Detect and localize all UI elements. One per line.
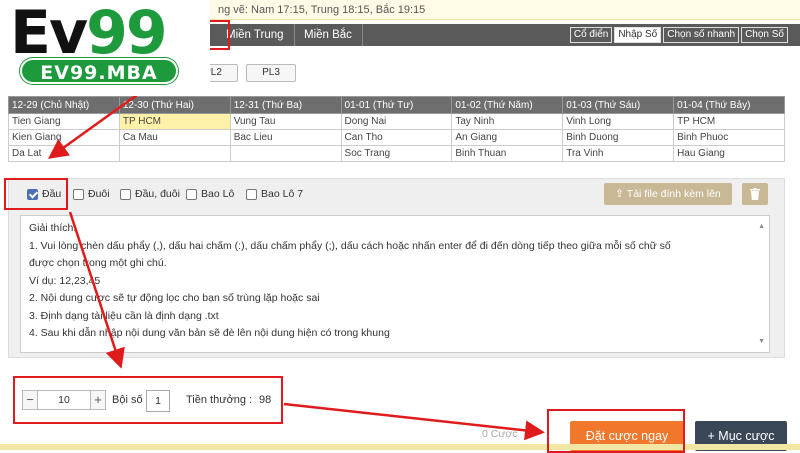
number-input-textarea[interactable]: Giải thích: 1. Vui lòng chèn dấu phẩy (,… (20, 215, 770, 353)
checkbox-icon[interactable] (186, 188, 197, 200)
draw-time-text: ng vẽ: Nam 17:15, Trung 18:15, Bắc 19:15 (218, 4, 426, 16)
province-cell[interactable]: Da Lat (8, 145, 120, 162)
province-cell[interactable]: Tien Giang (8, 113, 120, 130)
checkbox-bao-lo[interactable]: Bao Lô (186, 188, 234, 200)
checkbox-label: Đuôi (88, 188, 110, 200)
table-row: Kien Giang Ca Mau Bac Lieu Can Tho An Gi… (8, 129, 785, 146)
tab-mien-bac[interactable]: Miền Bắc (294, 24, 363, 46)
bet-mode-group: Cổ điển Nhập Số Chọn số nhanh Chọn Số (569, 27, 788, 43)
mode-nhap-so-button[interactable]: Nhập Số (614, 27, 662, 43)
table-row: Tien Giang TP HCM Vung Tau Dong Nai Tay … (8, 113, 785, 130)
checkbox-icon[interactable] (73, 188, 84, 200)
checkbox-duoi[interactable]: Đuôi (73, 188, 110, 200)
checkbox-label: Đầu (42, 188, 62, 200)
scroll-down-icon[interactable]: ▼ (758, 333, 765, 351)
bet-options-panel: Đầu Đuôi Đầu, đuôi Bao Lô Bao Lô 7 ⇪ Tải… (8, 178, 785, 358)
checkbox-dau[interactable]: Đầu (27, 188, 61, 200)
multiplier-label: Bội số (112, 394, 143, 406)
province-cell[interactable]: Hau Giang (673, 145, 785, 162)
instruction-line: 1. Vui lòng chèn dấu phẩy (,), dấu hai c… (29, 239, 671, 252)
logo-domain-badge: EV99.MBA (20, 58, 178, 84)
reward-label: Tiền thưởng : (186, 394, 253, 406)
instruction-line: 3. Định dạng tài liệu cần là định dạng .… (29, 309, 219, 322)
schedule-header: 12-29 (Chủ Nhật) (8, 96, 120, 114)
checkbox-label: Bao Lô 7 (261, 188, 304, 200)
province-cell[interactable]: Binh Duong (562, 129, 675, 146)
province-schedule-table: 12-29 (Chủ Nhật) 12-30 (Thứ Hai) 12-31 (… (8, 96, 785, 162)
bottom-strip (0, 444, 800, 450)
schedule-header: 01-02 (Thứ Năm) (451, 96, 564, 114)
logo-wordmark: Ev99 (10, 0, 168, 68)
bet-count-text: 0 Cược (482, 428, 518, 440)
upload-file-button[interactable]: ⇪ Tải file đính kèm lên (604, 183, 732, 205)
minus-icon[interactable]: − (22, 390, 38, 410)
schedule-header: 01-04 (Thứ Bảy) (673, 96, 785, 114)
mode-chon-so-button[interactable]: Chọn Số (741, 27, 788, 43)
province-cell[interactable]: Tay Ninh (451, 113, 564, 130)
province-cell (118, 145, 231, 162)
pl3-button[interactable]: PL3 (246, 64, 296, 82)
checkbox-icon[interactable] (120, 188, 131, 200)
province-cell[interactable]: Kien Giang (8, 129, 120, 146)
checkbox-bao-lo-7[interactable]: Bao Lô 7 (246, 188, 303, 200)
checkbox-checked-icon[interactable] (27, 188, 38, 200)
instruction-line: 2. Nội dung cược sẽ tự động lọc cho bạn … (29, 292, 320, 304)
province-cell[interactable]: TP HCM (673, 113, 785, 130)
checkbox-label: Bao Lô (201, 188, 235, 200)
amount-input[interactable]: 10 (38, 390, 90, 410)
checkbox-icon[interactable] (246, 188, 257, 200)
schedule-header: 12-30 (Thứ Hai) (118, 96, 231, 114)
scroll-up-icon[interactable]: ▲ (758, 218, 765, 236)
province-cell[interactable]: Vung Tau (229, 113, 342, 130)
province-cell (229, 145, 342, 162)
schedule-header: 12-31 (Thứ Ba) (229, 96, 342, 114)
upload-icon: ⇪ (615, 188, 625, 200)
table-row: Da Lat Soc Trang Binh Thuan Tra Vinh Hau… (8, 145, 785, 162)
province-cell[interactable]: Soc Trang (340, 145, 453, 162)
province-cell[interactable]: Tra Vinh (562, 145, 675, 162)
checkbox-label: Đầu, đuôi (135, 188, 180, 200)
schedule-header: 01-03 (Thứ Sáu) (562, 96, 675, 114)
instruction-line: Giải thích: (29, 222, 77, 234)
reward-value: 98 (259, 394, 272, 406)
mode-co-dien-button[interactable]: Cổ điển (569, 27, 613, 43)
province-cell-selected[interactable]: TP HCM (118, 113, 231, 130)
ev99-logo: Ev99 EV99.MBA (0, 0, 210, 96)
province-cell[interactable]: Ca Mau (118, 129, 231, 146)
clear-button[interactable] (742, 183, 768, 205)
trash-icon (750, 188, 760, 200)
mode-chon-so-nhanh-button[interactable]: Chọn số nhanh (663, 27, 740, 43)
province-cell[interactable]: Vinh Long (562, 113, 675, 130)
instruction-line: Ví dụ: 12,23,45 (29, 274, 101, 287)
tab-mien-trung[interactable]: Miền Trung (216, 24, 295, 46)
upload-label: Tải file đính kèm lên (626, 188, 721, 200)
province-cell[interactable]: Binh Thuan (451, 145, 564, 162)
province-cell[interactable]: An Giang (451, 129, 564, 146)
instruction-line: được chọn trong một ghi chú. (29, 257, 167, 269)
province-cell[interactable]: Dong Nai (340, 113, 453, 130)
province-cell[interactable]: Can Tho (340, 129, 453, 146)
checkbox-dau-duoi[interactable]: Đầu, đuôi (120, 188, 180, 200)
multiplier-input[interactable]: 1 (146, 390, 170, 412)
plus-icon[interactable]: + (90, 390, 106, 410)
schedule-header-row: 12-29 (Chủ Nhật) 12-30 (Thứ Hai) 12-31 (… (8, 96, 785, 114)
bet-controls: − 10 + Bội số 1 Tiền thưởng : 98 0 Cược … (8, 370, 787, 451)
amount-stepper: − 10 + (22, 390, 106, 410)
province-cell[interactable]: Bac Lieu (229, 129, 342, 146)
schedule-header: 01-01 (Thứ Tư) (340, 96, 453, 114)
instruction-line: 4. Sau khi dẫn nhập nội dung văn bản sẽ … (29, 327, 390, 339)
province-cell[interactable]: Binh Phuoc (673, 129, 785, 146)
